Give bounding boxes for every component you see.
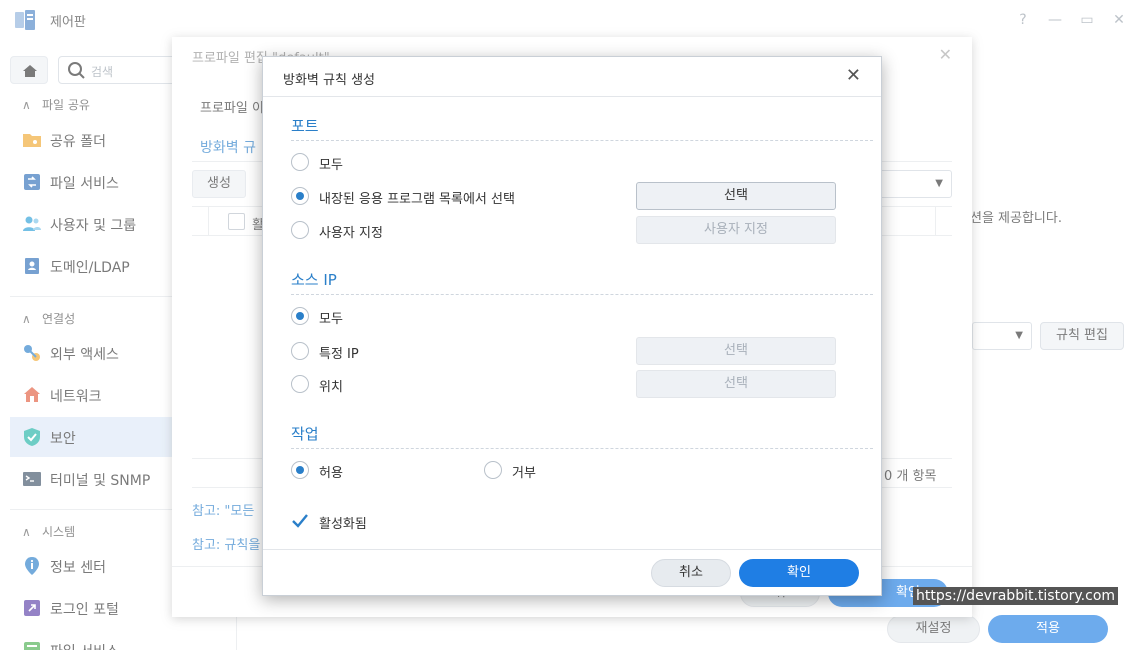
port-select-button[interactable]: 선택 bbox=[636, 182, 836, 210]
radio-button[interactable] bbox=[291, 187, 309, 205]
radio-button[interactable] bbox=[291, 153, 309, 171]
radio-button[interactable] bbox=[484, 461, 502, 479]
ok-button[interactable]: 확인 bbox=[739, 559, 859, 587]
section-divider bbox=[291, 140, 873, 141]
radio-button[interactable] bbox=[291, 461, 309, 479]
location-select-button[interactable]: 선택 bbox=[636, 370, 836, 398]
radio-button[interactable] bbox=[291, 307, 309, 325]
section-source-ip-title: 소스 IP bbox=[291, 271, 337, 289]
section-divider bbox=[291, 294, 873, 295]
enabled-checkbox[interactable] bbox=[291, 512, 309, 530]
section-port-title: 포트 bbox=[291, 117, 319, 135]
port-custom-button[interactable]: 사용자 지정 bbox=[636, 216, 836, 244]
radio-button[interactable] bbox=[291, 375, 309, 393]
dialog-footer-divider bbox=[263, 549, 881, 550]
enabled-label: 활성화됨 bbox=[319, 517, 367, 532]
section-action-title: 작업 bbox=[291, 425, 319, 443]
check-icon bbox=[292, 514, 308, 528]
cancel-button[interactable]: 취소 bbox=[651, 559, 731, 587]
specific-ip-select-button[interactable]: 선택 bbox=[636, 337, 836, 365]
dialog-header-divider bbox=[263, 96, 881, 97]
radio-button[interactable] bbox=[291, 342, 309, 360]
firewall-rule-dialog: 방화벽 규칙 생성 ✕ 포트 모두 내장된 응용 프로그램 목록에서 선택 선택… bbox=[262, 56, 882, 596]
section-divider bbox=[291, 448, 873, 449]
close-icon[interactable]: ✕ bbox=[846, 65, 861, 87]
watermark: https://devrabbit.tistory.com bbox=[913, 587, 1119, 605]
radio-button[interactable] bbox=[291, 221, 309, 239]
dialog-title: 방화벽 규칙 생성 bbox=[283, 73, 375, 88]
